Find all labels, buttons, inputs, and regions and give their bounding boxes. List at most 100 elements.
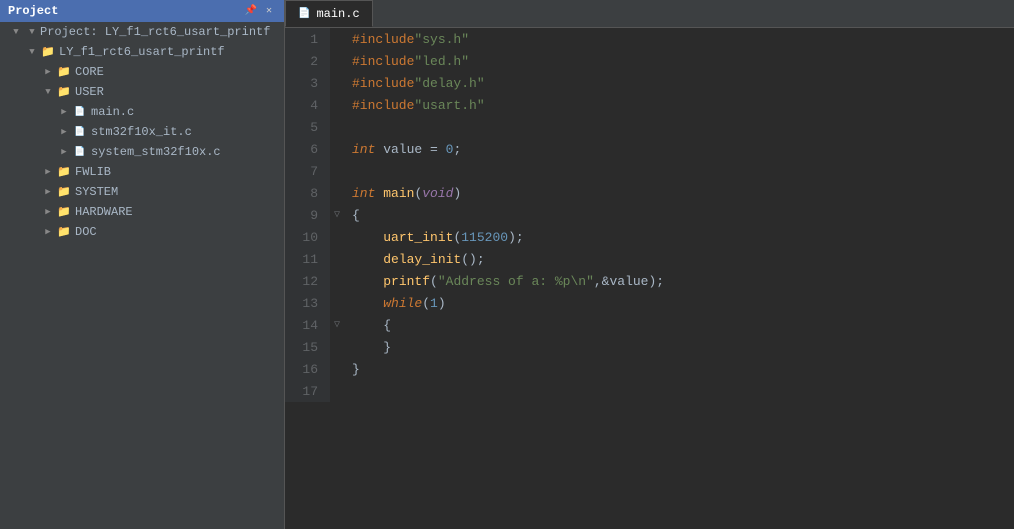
tree-item-system-stm[interactable]: ▶ 📄 system_stm32f10x.c xyxy=(0,142,284,162)
line-content-8: int main(void) xyxy=(344,182,1014,204)
code-line-10: 10 uart_init(115200); xyxy=(285,226,1014,248)
folder-icon-system: 📁 xyxy=(56,186,72,198)
line-num-15: 15 xyxy=(285,336,330,358)
core-label: CORE xyxy=(75,65,104,79)
gutter-16 xyxy=(330,358,344,380)
expand-icon: ▼ xyxy=(8,24,24,40)
line-num-2: 2 xyxy=(285,50,330,72)
gutter-12 xyxy=(330,270,344,292)
systemstm-label: system_stm32f10x.c xyxy=(91,145,221,159)
tree-item-project-root[interactable]: ▼ ▼ Project: LY_f1_rct6_usart_printf xyxy=(0,22,284,42)
code-line-5: 5 xyxy=(285,116,1014,138)
expand-icon-project: ▼ xyxy=(24,44,40,60)
tree-item-main-c[interactable]: ▶ 📄 main.c xyxy=(0,102,284,122)
code-line-8: 8 int main(void) xyxy=(285,182,1014,204)
tree-item-core[interactable]: ▶ 📁 CORE xyxy=(0,62,284,82)
project-root-label: Project: LY_f1_rct6_usart_printf xyxy=(40,25,270,39)
tab-main-c[interactable]: 📄 main.c xyxy=(285,0,373,27)
line-content-14: { xyxy=(344,314,1014,336)
code-line-11: 11 delay_init(); xyxy=(285,248,1014,270)
fwlib-label: FWLIB xyxy=(75,165,111,179)
tab-label: main.c xyxy=(316,7,359,21)
gutter-6 xyxy=(330,138,344,160)
tree-item-user[interactable]: ▼ 📁 USER xyxy=(0,82,284,102)
doc-label: DOC xyxy=(75,225,97,239)
folder-icon-hardware: 📁 xyxy=(56,206,72,218)
line-num-12: 12 xyxy=(285,270,330,292)
gutter-17 xyxy=(330,380,344,402)
code-line-4: 4 #include "usart.h" xyxy=(285,94,1014,116)
main-c-label: main.c xyxy=(91,105,134,119)
tree-item-stm32[interactable]: ▶ 📄 stm32f10x_it.c xyxy=(0,122,284,142)
tree-item-project-node[interactable]: ▼ 📁 LY_f1_rct6_usart_printf xyxy=(0,42,284,62)
line-num-11: 11 xyxy=(285,248,330,270)
sidebar-header: Project 📌 ✕ xyxy=(0,0,284,22)
tab-bar: 📄 main.c xyxy=(285,0,1014,28)
line-num-6: 6 xyxy=(285,138,330,160)
gutter-3 xyxy=(330,72,344,94)
line-content-15: } xyxy=(344,336,1014,358)
line-num-4: 4 xyxy=(285,94,330,116)
folder-icon-core: 📁 xyxy=(56,66,72,78)
gutter-9: ▽ xyxy=(330,204,344,226)
gutter-1 xyxy=(330,28,344,50)
sidebar: Project 📌 ✕ ▼ ▼ Project: LY_f1_rct6_usar… xyxy=(0,0,285,529)
expand-icon-hardware: ▶ xyxy=(40,204,56,220)
pin-button[interactable]: 📌 xyxy=(244,4,258,18)
line-content-7 xyxy=(344,160,1014,182)
code-line-15: 15 } xyxy=(285,336,1014,358)
line-num-3: 3 xyxy=(285,72,330,94)
line-content-10: uart_init(115200); xyxy=(344,226,1014,248)
user-label: USER xyxy=(75,85,104,99)
expand-icon-fwlib: ▶ xyxy=(40,164,56,180)
expand-icon-doc: ▶ xyxy=(40,224,56,240)
tree-item-fwlib[interactable]: ▶ 📁 FWLIB xyxy=(0,162,284,182)
line-content-12: printf("Address of a: %p\n",&value); xyxy=(344,270,1014,292)
line-num-7: 7 xyxy=(285,160,330,182)
line-num-9: 9 xyxy=(285,204,330,226)
code-line-6: 6 int value = 0; xyxy=(285,138,1014,160)
line-num-10: 10 xyxy=(285,226,330,248)
code-content-area[interactable]: 1 #include "sys.h" 2 #include "led.h" 3 … xyxy=(285,28,1014,529)
tree-item-doc[interactable]: ▶ 📁 DOC xyxy=(0,222,284,242)
line-content-4: #include "usart.h" xyxy=(344,94,1014,116)
expand-icon-stm32: ▶ xyxy=(56,124,72,140)
code-line-3: 3 #include "delay.h" xyxy=(285,72,1014,94)
code-lines: 1 #include "sys.h" 2 #include "led.h" 3 … xyxy=(285,28,1014,402)
tab-file-icon: 📄 xyxy=(298,8,310,20)
folder-icon-user: 📁 xyxy=(56,86,72,98)
stm32-label: stm32f10x_it.c xyxy=(91,125,192,139)
line-content-5 xyxy=(344,116,1014,138)
line-content-6: int value = 0; xyxy=(344,138,1014,160)
hardware-label: HARDWARE xyxy=(75,205,133,219)
code-line-2: 2 #include "led.h" xyxy=(285,50,1014,72)
tree-item-system[interactable]: ▶ 📁 SYSTEM xyxy=(0,182,284,202)
file-icon-stm32: 📄 xyxy=(72,126,88,138)
line-num-1: 1 xyxy=(285,28,330,50)
expand-icon2: ▼ xyxy=(24,24,40,40)
code-line-17: 17 xyxy=(285,380,1014,402)
line-num-13: 13 xyxy=(285,292,330,314)
code-line-14: 14 ▽ { xyxy=(285,314,1014,336)
code-editor: 📄 main.c 1 #include "sys.h" 2 #include "… xyxy=(285,0,1014,529)
line-num-17: 17 xyxy=(285,380,330,402)
folder-icon-doc: 📁 xyxy=(56,226,72,238)
line-content-13: while(1) xyxy=(344,292,1014,314)
expand-icon-core: ▶ xyxy=(40,64,56,80)
gutter-8 xyxy=(330,182,344,204)
line-content-9: { xyxy=(344,204,1014,226)
close-sidebar-button[interactable]: ✕ xyxy=(262,4,276,18)
folder-icon-project: 📁 xyxy=(40,46,56,58)
expand-icon-main: ▶ xyxy=(56,104,72,120)
line-content-1: #include "sys.h" xyxy=(344,28,1014,50)
file-icon-main: 📄 xyxy=(72,106,88,118)
expand-icon-systemstm: ▶ xyxy=(56,144,72,160)
gutter-4 xyxy=(330,94,344,116)
expand-icon-user: ▼ xyxy=(40,84,56,100)
code-line-13: 13 while(1) xyxy=(285,292,1014,314)
sidebar-title: Project xyxy=(8,4,58,18)
line-num-16: 16 xyxy=(285,358,330,380)
file-icon-systemstm: 📄 xyxy=(72,146,88,158)
tree-item-hardware[interactable]: ▶ 📁 HARDWARE xyxy=(0,202,284,222)
gutter-7 xyxy=(330,160,344,182)
